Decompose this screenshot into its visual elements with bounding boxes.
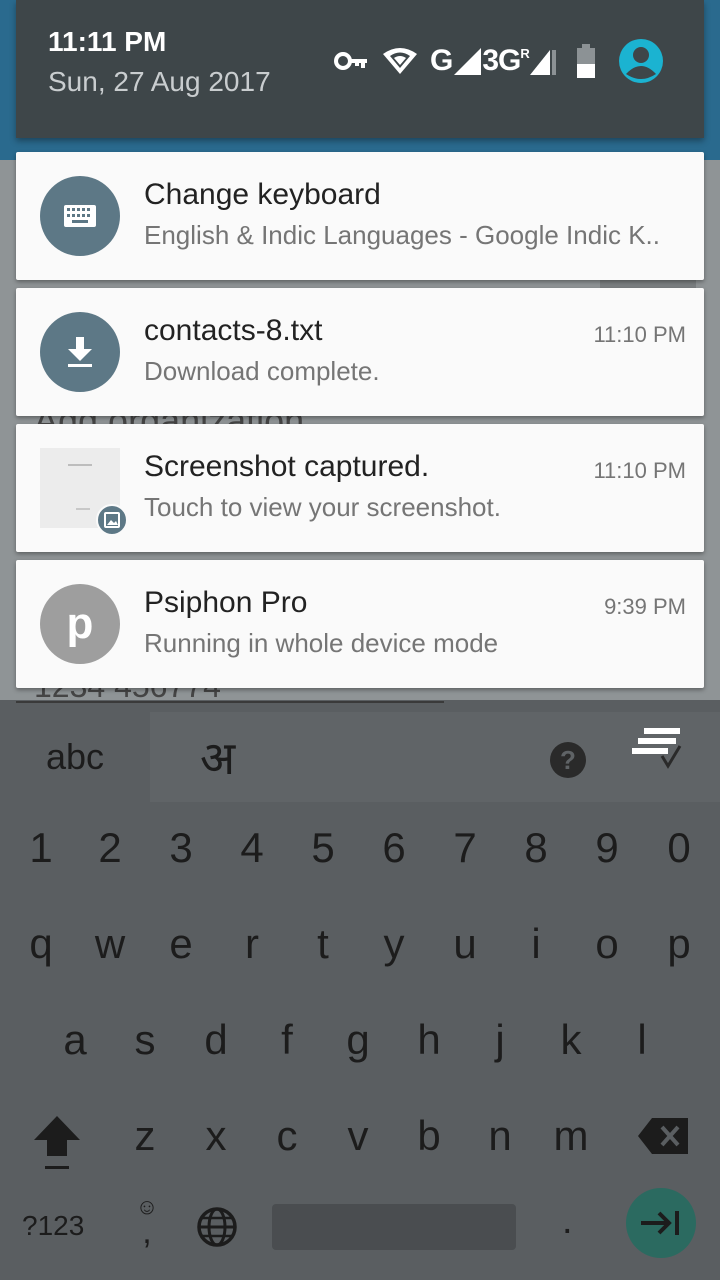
status-header[interactable]: 11:11 PM Sun, 27 Aug 2017 G 3G R (16, 0, 704, 138)
battery-icon (576, 44, 595, 78)
period-key[interactable]: . (562, 1200, 573, 1243)
key-9[interactable]: 9 (572, 808, 642, 888)
keyboard-icon (40, 176, 120, 256)
notification-title: Psiphon Pro (144, 586, 308, 619)
key-t[interactable]: t (288, 904, 358, 984)
key-n[interactable]: n (465, 1096, 535, 1176)
notification-title: contacts-8.txt (144, 314, 323, 347)
comma-label: , (142, 1213, 152, 1251)
notification-title: Change keyboard (144, 178, 381, 211)
network-type-3g: 3G (482, 44, 521, 77)
space-bar[interactable] (272, 1204, 516, 1250)
notification-psiphon[interactable]: p Psiphon Pro Running in whole device mo… (16, 560, 704, 688)
enter-key[interactable] (626, 1188, 696, 1258)
key-j[interactable]: j (465, 1000, 535, 1080)
keyboard-row-2: a s d f g h j k l (0, 1000, 720, 1080)
notification-text: English & Indic Languages - Google Indic… (144, 220, 660, 250)
key-v[interactable]: v (323, 1096, 393, 1176)
clock: 11:11 PM (48, 26, 167, 57)
backspace-icon[interactable] (638, 1118, 688, 1154)
symbols-key[interactable]: ?123 (22, 1210, 84, 1242)
key-c[interactable]: c (252, 1096, 322, 1176)
roaming-indicator: R (520, 45, 530, 61)
key-2[interactable]: 2 (75, 808, 145, 888)
key-s[interactable]: s (110, 1000, 180, 1080)
key-6[interactable]: 6 (359, 808, 429, 888)
key-i[interactable]: i (501, 904, 571, 984)
notification-title: Screenshot captured. (144, 450, 430, 483)
key-1[interactable]: 1 (6, 808, 76, 888)
key-h[interactable]: h (394, 1000, 464, 1080)
status-icons: G 3G R (334, 38, 664, 84)
psiphon-icon: p (40, 584, 120, 664)
network-type-g: G (430, 44, 453, 77)
signal-icon (454, 48, 482, 75)
keyboard-row-numbers: 1 2 3 4 5 6 7 8 9 0 (0, 808, 720, 888)
notification-download[interactable]: contacts-8.txt Download complete. 11:10 … (16, 288, 704, 416)
keyboard-mode-hindi[interactable]: अ (200, 726, 235, 788)
globe-icon[interactable] (196, 1206, 238, 1248)
notification-text: Download complete. (144, 356, 380, 386)
key-u[interactable]: u (430, 904, 500, 984)
vpn-key-icon (334, 52, 367, 70)
key-q[interactable]: q (6, 904, 76, 984)
key-b[interactable]: b (394, 1096, 464, 1176)
key-r[interactable]: r (217, 904, 287, 984)
user-avatar-icon[interactable] (618, 38, 664, 84)
notification-time: 11:10 PM (593, 322, 686, 347)
comma-key[interactable]: ☺ , (132, 1196, 162, 1252)
key-4[interactable]: 4 (217, 808, 287, 888)
notification-time: 9:39 PM (604, 594, 686, 619)
date[interactable]: Sun, 27 Aug 2017 (48, 66, 271, 98)
image-icon (96, 504, 128, 536)
notification-time: 11:10 PM (593, 458, 686, 483)
key-l[interactable]: l (607, 1000, 677, 1080)
keyboard-row-3: z x c v b n m (0, 1096, 720, 1176)
key-0[interactable]: 0 (644, 808, 714, 888)
key-x[interactable]: x (181, 1096, 251, 1176)
key-7[interactable]: 7 (430, 808, 500, 888)
wifi-icon (383, 48, 417, 74)
key-g[interactable]: g (323, 1000, 393, 1080)
keyboard-row-1: q w e r t y u i o p (0, 904, 720, 984)
background-field-underline (16, 701, 444, 703)
notification-text: Touch to view your screenshot. (144, 492, 501, 522)
keyboard-mode-abc[interactable]: abc (0, 712, 150, 802)
key-d[interactable]: d (181, 1000, 251, 1080)
keyboard-menu-icon[interactable] (630, 726, 686, 772)
notification-change-keyboard[interactable]: Change keyboard English & Indic Language… (16, 152, 704, 280)
download-icon (40, 312, 120, 392)
key-a[interactable]: a (40, 1000, 110, 1080)
key-e[interactable]: e (146, 904, 216, 984)
signal-icon-2 (529, 50, 556, 75)
key-z[interactable]: z (110, 1096, 180, 1176)
key-m[interactable]: m (536, 1096, 606, 1176)
key-3[interactable]: 3 (146, 808, 216, 888)
key-y[interactable]: y (359, 904, 429, 984)
key-f[interactable]: f (252, 1000, 322, 1080)
notification-screenshot[interactable]: Screenshot captured. Touch to view your … (16, 424, 704, 552)
next-arrow-icon (641, 1211, 679, 1235)
key-5[interactable]: 5 (288, 808, 358, 888)
key-k[interactable]: k (536, 1000, 606, 1080)
key-o[interactable]: o (572, 904, 642, 984)
key-w[interactable]: w (75, 904, 145, 984)
help-icon[interactable]: ? (550, 742, 586, 778)
key-p[interactable]: p (644, 904, 714, 984)
key-8[interactable]: 8 (501, 808, 571, 888)
notification-text: Running in whole device mode (144, 628, 499, 658)
